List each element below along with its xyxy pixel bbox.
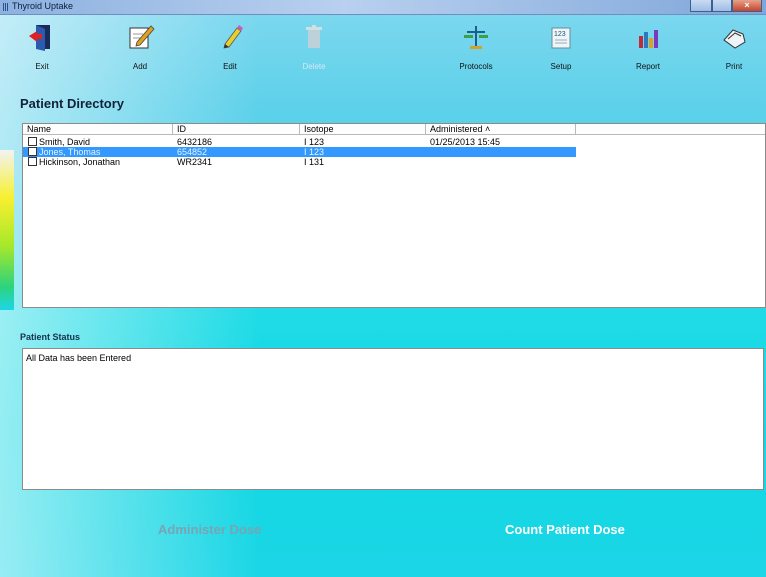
- print-button[interactable]: Print: [704, 18, 764, 78]
- print-label: Print: [725, 62, 743, 71]
- patient-status-box: All Data has been Entered: [22, 348, 764, 490]
- patient-directory-table[interactable]: Name ID Isotope Administered ˄ Smith, Da…: [22, 123, 766, 308]
- decorative-gradient-strip: [0, 150, 14, 310]
- report-label: Report: [635, 62, 660, 71]
- row-isotope: I 123: [304, 137, 325, 147]
- setup-label: Setup: [550, 62, 572, 71]
- column-header-isotope[interactable]: Isotope: [300, 124, 426, 135]
- row-administered: 01/25/2013 15:45: [430, 137, 501, 147]
- delete-label: Delete: [302, 62, 326, 71]
- row-administered: [426, 147, 576, 157]
- print-hand-icon: [723, 29, 746, 49]
- window-title: Thyroid Uptake: [12, 1, 74, 11]
- protocols-button[interactable]: Protocols: [446, 18, 506, 78]
- row-isotope: I 123: [304, 147, 325, 157]
- patient-directory-heading: Patient Directory: [20, 96, 125, 111]
- patient-status-text: All Data has been Entered: [26, 353, 132, 363]
- window-controls: ×: [690, 0, 762, 12]
- row-id: WR2341: [177, 157, 213, 167]
- row-administered: [426, 157, 576, 167]
- table-row-selected[interactable]: Jones, Thomas 654852 I 123: [23, 147, 576, 157]
- svg-text:123: 123: [554, 31, 566, 38]
- exit-label: Exit: [35, 62, 49, 71]
- report-chart-icon: [639, 30, 658, 48]
- column-header-filler: [576, 124, 765, 135]
- title-bar: Thyroid Uptake ×: [0, 0, 766, 15]
- row-checkbox[interactable]: [28, 147, 37, 156]
- close-button[interactable]: ×: [732, 0, 762, 12]
- count-patient-dose-button[interactable]: Count Patient Dose: [505, 522, 625, 537]
- row-checkbox[interactable]: [28, 137, 37, 146]
- add-pencil-icon: [129, 25, 155, 49]
- exit-door-icon: [29, 25, 50, 51]
- exit-button[interactable]: Exit: [12, 18, 72, 78]
- table-header: Name ID Isotope Administered ˄: [23, 124, 765, 136]
- row-checkbox[interactable]: [28, 157, 37, 166]
- report-button[interactable]: Report: [618, 18, 678, 78]
- administer-dose-button[interactable]: Administer Dose: [158, 522, 261, 537]
- protocols-label: Protocols: [459, 62, 493, 71]
- row-name: Hickinson, Jonathan: [39, 157, 121, 167]
- maximize-button[interactable]: [712, 0, 732, 12]
- add-label: Add: [132, 62, 148, 71]
- app-icon: [3, 3, 9, 11]
- add-button[interactable]: Add: [110, 18, 170, 78]
- row-name: Smith, David: [39, 137, 91, 147]
- setup-123-icon: 123: [551, 27, 571, 49]
- protocols-scale-icon: [464, 26, 488, 49]
- table-row[interactable]: Smith, David 6432186 I 123 01/25/2013 15…: [23, 137, 576, 147]
- edit-pencil-icon: [223, 25, 243, 49]
- column-header-id[interactable]: ID: [173, 124, 300, 135]
- column-header-name[interactable]: Name: [23, 124, 173, 135]
- row-id: 654852: [177, 147, 208, 157]
- trash-can-icon: [306, 25, 322, 48]
- edit-label: Edit: [223, 62, 237, 71]
- row-isotope: I 131: [304, 157, 325, 167]
- edit-button[interactable]: Edit: [200, 18, 260, 78]
- column-header-administered[interactable]: Administered ˄: [426, 124, 576, 135]
- delete-button[interactable]: Delete: [284, 18, 344, 78]
- row-name: Jones, Thomas: [39, 147, 101, 157]
- row-id: 6432186: [177, 137, 213, 147]
- table-row[interactable]: Hickinson, Jonathan WR2341 I 131: [23, 157, 576, 167]
- setup-button[interactable]: 123 Setup: [531, 18, 591, 78]
- patient-status-heading: Patient Status: [20, 332, 81, 342]
- minimize-button[interactable]: [690, 0, 712, 12]
